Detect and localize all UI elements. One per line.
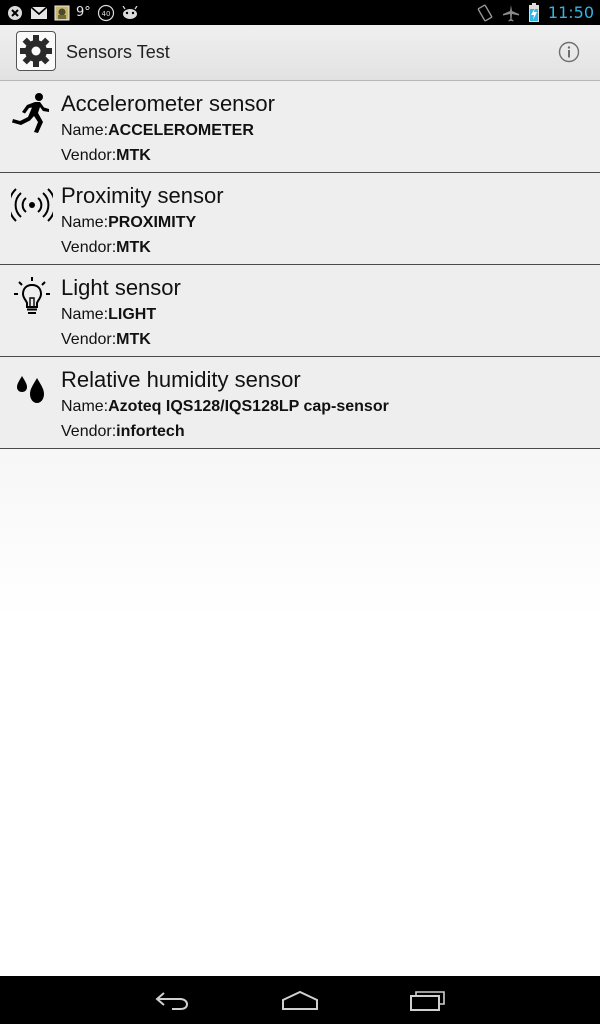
lightbulb-icon: [10, 275, 54, 319]
sensor-title: Accelerometer sensor: [61, 91, 275, 116]
status-bar: 9° 40 11:50: [0, 0, 600, 25]
vendor-value: MTK: [116, 239, 151, 256]
home-button[interactable]: [270, 984, 330, 1016]
sensor-title: Proximity sensor: [61, 183, 224, 208]
svg-text:40: 40: [101, 10, 110, 18]
app-title: Sensors Test: [66, 42, 170, 62]
close-circle-icon: [6, 4, 24, 22]
notification-area: 9° 40: [6, 0, 139, 25]
vendor-value: infortech: [116, 423, 185, 440]
system-status-area: 11:50: [476, 0, 594, 25]
home-icon: [280, 989, 320, 1011]
recent-apps-button[interactable]: [398, 984, 458, 1016]
water-drops-icon: [10, 367, 54, 411]
sensor-list: Accelerometer sensor Name:ACCELEROMETER …: [0, 81, 600, 449]
name-value: Azoteq IQS128/IQS128LP cap-sensor: [108, 398, 389, 415]
sensor-item-accelerometer[interactable]: Accelerometer sensor Name:ACCELEROMETER …: [0, 81, 600, 173]
vendor-label: Vendor:: [61, 239, 117, 256]
running-man-icon: [10, 91, 54, 135]
gmail-icon: [30, 5, 48, 20]
action-bar: Sensors Test: [0, 25, 600, 81]
rotate-icon: [476, 4, 494, 22]
sensor-vendor-line: Vendor:MTK: [61, 147, 151, 165]
vendor-label: Vendor:: [61, 331, 117, 348]
name-value: PROXIMITY: [108, 214, 197, 231]
sensor-item-proximity[interactable]: Proximity sensor Name:PROXIMITY Vendor:M…: [0, 173, 600, 265]
clock: 11:50: [547, 3, 594, 22]
sensor-name-line: Name:ACCELEROMETER: [61, 122, 254, 140]
name-label: Name:: [61, 122, 109, 139]
back-icon: [154, 989, 190, 1011]
vendor-value: MTK: [116, 147, 151, 164]
airplane-icon: [502, 4, 520, 22]
vendor-label: Vendor:: [61, 423, 117, 440]
info-button[interactable]: [558, 41, 580, 63]
navigation-bar: [0, 976, 600, 1024]
sensor-name-line: Name:Azoteq IQS128/IQS128LP cap-sensor: [61, 398, 389, 416]
sensor-vendor-line: Vendor:MTK: [61, 331, 151, 349]
vendor-label: Vendor:: [61, 147, 117, 164]
sensor-name-line: Name:PROXIMITY: [61, 214, 196, 232]
sensor-item-light[interactable]: Light sensor Name:LIGHT Vendor:MTK: [0, 265, 600, 357]
gallery-icon: [54, 5, 70, 21]
recent-apps-icon: [408, 988, 448, 1012]
gear-icon: [19, 34, 53, 68]
app-icon[interactable]: [16, 31, 56, 71]
proximity-waves-icon: [10, 183, 54, 227]
info-icon: [558, 41, 580, 63]
sensor-vendor-line: Vendor:MTK: [61, 239, 151, 257]
sensor-vendor-line: Vendor:infortech: [61, 423, 185, 441]
android-robot-icon: [121, 5, 139, 20]
name-label: Name:: [61, 306, 109, 323]
name-label: Name:: [61, 214, 109, 231]
vendor-value: MTK: [116, 331, 151, 348]
name-value: ACCELEROMETER: [108, 122, 254, 139]
sensor-name-line: Name:LIGHT: [61, 306, 156, 324]
back-button[interactable]: [142, 984, 202, 1016]
sensor-title: Light sensor: [61, 275, 181, 300]
sensor-item-humidity[interactable]: Relative humidity sensor Name:Azoteq IQS…: [0, 357, 600, 449]
battery-charging-icon: [528, 2, 540, 23]
temperature-text: 9°: [76, 5, 91, 20]
badge-40-icon: 40: [97, 4, 115, 22]
name-value: LIGHT: [108, 306, 157, 323]
sensor-title: Relative humidity sensor: [61, 367, 301, 392]
name-label: Name:: [61, 398, 109, 415]
